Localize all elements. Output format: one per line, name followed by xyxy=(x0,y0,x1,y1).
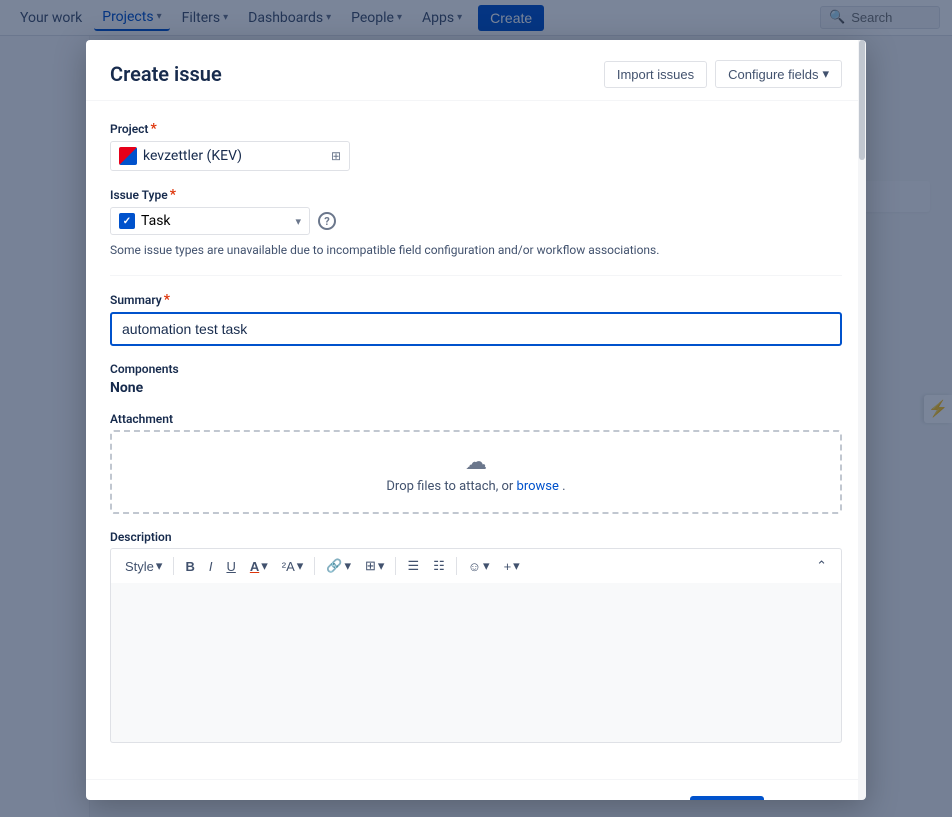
toolbar-sep-4 xyxy=(456,557,457,575)
summary-required-marker: * xyxy=(164,292,170,308)
components-value: None xyxy=(110,380,842,396)
create-issue-modal: Create issue Import issues Configure fie… xyxy=(86,40,866,800)
toolbar-bullet-list-button[interactable]: ☰ xyxy=(401,555,425,577)
toolbar-sep-3 xyxy=(395,557,396,575)
toolbar-underline-button[interactable]: U xyxy=(220,556,241,577)
font-size-chevron: ▾ xyxy=(297,558,304,574)
components-field-group: Components None xyxy=(110,362,842,396)
issue-type-row: Task ▾ ? xyxy=(110,207,842,235)
issue-type-label: Issue Type * xyxy=(110,187,842,203)
table-icon: ⊞ xyxy=(365,558,376,574)
issue-type-required-marker: * xyxy=(170,187,176,203)
attachment-dropzone[interactable]: ☁ Drop files to attach, or browse . xyxy=(110,430,842,514)
issue-type-help-icon[interactable]: ? xyxy=(318,212,336,230)
toolbar-font-size-button[interactable]: ²A ▾ xyxy=(276,555,310,577)
modal-body: Project * kevzettler (KEV) ⊞ Issue Type … xyxy=(86,101,866,779)
project-icon xyxy=(119,147,137,165)
toolbar-link-button[interactable]: 🔗 ▾ xyxy=(320,555,357,577)
table-chevron: ▾ xyxy=(378,558,385,574)
issue-type-field-group: Issue Type * Task ▾ ? Some issue types a… xyxy=(110,187,842,259)
emoji-icon: ☺ xyxy=(468,559,481,574)
task-icon xyxy=(119,213,135,229)
modal-title: Create issue xyxy=(110,62,222,86)
more-icon: + xyxy=(504,559,512,574)
summary-input[interactable] xyxy=(110,312,842,346)
issue-type-value: Task xyxy=(141,213,171,229)
modal-overlay: Create issue Import issues Configure fie… xyxy=(0,0,952,817)
font-color-a: A xyxy=(250,559,259,574)
summary-field-group: Summary * xyxy=(110,292,842,346)
components-label: Components xyxy=(110,362,842,376)
toolbar-table-button[interactable]: ⊞ ▾ xyxy=(359,555,390,577)
configure-chevron-icon: ▾ xyxy=(822,66,829,82)
description-editor[interactable] xyxy=(110,583,842,743)
issue-type-notice: Some issue types are unavailable due to … xyxy=(110,241,842,259)
description-toolbar: Style ▾ B I U A ▾ ²A ▾ xyxy=(110,548,842,583)
import-issues-button[interactable]: Import issues xyxy=(604,61,707,88)
create-button[interactable]: Create xyxy=(690,796,764,800)
issue-type-select[interactable]: Task ▾ xyxy=(110,207,310,235)
collapse-icon: ⌃ xyxy=(816,558,827,574)
toolbar-italic-button[interactable]: I xyxy=(203,556,219,577)
project-select-caret-icon: ⊞ xyxy=(331,149,341,163)
description-label: Description xyxy=(110,530,842,544)
issue-type-arrow-icon: ▾ xyxy=(295,215,301,228)
project-select[interactable]: kevzettler (KEV) ⊞ xyxy=(110,141,350,171)
project-field-group: Project * kevzettler (KEV) ⊞ xyxy=(110,121,842,171)
attachment-drop-text: Drop files to attach, or xyxy=(386,479,516,494)
upload-cloud-icon: ☁ xyxy=(130,450,822,475)
divider-1 xyxy=(110,275,842,276)
toolbar-emoji-button[interactable]: ☺ ▾ xyxy=(462,555,496,577)
cancel-button[interactable]: Cancel xyxy=(774,796,842,800)
toolbar-collapse-button[interactable]: ⌃ xyxy=(810,555,833,577)
link-icon: 🔗 xyxy=(326,558,342,574)
modal-footer: Create another Create Cancel xyxy=(86,779,866,800)
toolbar-font-color-button[interactable]: A ▾ xyxy=(244,555,274,577)
attachment-label: Attachment xyxy=(110,412,842,426)
toolbar-more-button[interactable]: + ▾ xyxy=(498,555,526,577)
more-chevron: ▾ xyxy=(513,558,520,574)
modal-header-actions: Import issues Configure fields ▾ xyxy=(604,60,842,88)
attachment-period: . xyxy=(562,479,565,494)
attachment-browse-link[interactable]: browse xyxy=(517,479,559,494)
configure-fields-button[interactable]: Configure fields ▾ xyxy=(715,60,842,88)
toolbar-sep-1 xyxy=(173,557,174,575)
project-label: Project * xyxy=(110,121,842,137)
toolbar-sep-2 xyxy=(314,557,315,575)
modal-header: Create issue Import issues Configure fie… xyxy=(86,40,866,101)
description-field-group: Description Style ▾ B I U A ▾ xyxy=(110,530,842,743)
font-color-chevron: ▾ xyxy=(261,558,268,574)
style-chevron-icon: ▾ xyxy=(156,558,163,574)
emoji-chevron: ▾ xyxy=(483,558,490,574)
toolbar-style-button[interactable]: Style ▾ xyxy=(119,555,168,577)
summary-label: Summary * xyxy=(110,292,842,308)
attachment-field-group: Attachment ☁ Drop files to attach, or br… xyxy=(110,412,842,514)
project-name: kevzettler (KEV) xyxy=(143,148,242,164)
scrollbar-thumb xyxy=(859,40,865,160)
project-required-marker: * xyxy=(150,121,156,137)
toolbar-bold-button[interactable]: B xyxy=(179,556,200,577)
link-chevron: ▾ xyxy=(344,558,351,574)
modal-scrollbar[interactable] xyxy=(858,40,866,800)
toolbar-numbered-list-button[interactable]: ☷ xyxy=(427,555,451,577)
